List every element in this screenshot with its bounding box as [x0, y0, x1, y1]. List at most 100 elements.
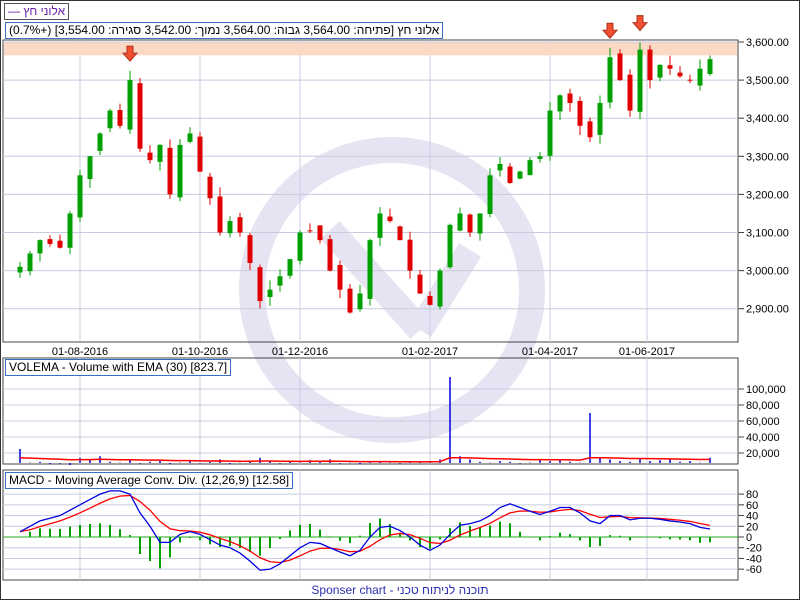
candle-body — [457, 213, 463, 231]
candle-body — [197, 136, 203, 172]
y-tick-label-macd: 40 — [746, 511, 758, 523]
candle-body — [467, 214, 473, 233]
candle-body — [517, 171, 523, 179]
candle-body — [237, 217, 243, 233]
candle-body — [587, 121, 593, 138]
y-tick-label-macd: -40 — [746, 553, 762, 565]
candle — [197, 132, 203, 173]
candle — [37, 239, 43, 262]
candle — [47, 235, 53, 247]
candle — [607, 47, 613, 109]
candle-body — [347, 288, 353, 313]
candle — [527, 157, 533, 176]
down-arrow-marker — [601, 22, 619, 39]
volume-ema-line — [19, 457, 711, 463]
candle — [477, 213, 483, 241]
candle-body — [267, 289, 273, 297]
x-tick-label: 01-12-2016 — [272, 346, 328, 358]
candle-body — [487, 175, 493, 215]
candle — [697, 59, 703, 91]
candle-body — [547, 110, 553, 156]
candle — [507, 163, 513, 184]
candle-body — [597, 102, 603, 135]
candle — [417, 269, 423, 294]
candle-body — [127, 80, 133, 130]
candle-body — [147, 152, 153, 161]
candle — [337, 260, 343, 298]
y-tick-label-price: 3,300.00 — [746, 151, 789, 163]
y-tick-label-macd: -60 — [746, 564, 762, 576]
candle — [97, 132, 103, 156]
candle-body — [297, 232, 303, 261]
candle — [157, 144, 163, 171]
y-tick-label-volume: 60,000 — [746, 416, 780, 428]
candle — [497, 157, 503, 177]
candle — [187, 127, 193, 144]
candle — [317, 225, 323, 244]
candle-body — [687, 79, 693, 81]
candle — [357, 284, 363, 312]
candle — [467, 213, 473, 238]
candle — [437, 268, 443, 310]
candle-body — [497, 163, 503, 171]
candle-body — [287, 259, 293, 276]
candle-body — [527, 160, 533, 176]
candle — [267, 280, 273, 306]
candle-body — [87, 156, 93, 180]
volume-panel-title: VOLEMA - Volume with EMA (30) [823.7] — [5, 359, 232, 376]
candle-body — [277, 276, 283, 286]
candle-body — [247, 235, 253, 263]
candle-body — [337, 264, 343, 290]
candle-body — [567, 93, 573, 103]
macd-signal-line — [19, 494, 711, 564]
candle — [27, 251, 33, 276]
candle-body — [367, 240, 373, 299]
symbol-legend[interactable]: אלוני חץ — — [4, 3, 70, 20]
candle-body — [27, 253, 33, 272]
x-tick-label: 01-10-2016 — [172, 346, 228, 358]
candle-body — [177, 144, 183, 198]
candle — [227, 216, 233, 238]
candle-body — [387, 216, 393, 222]
y-tick-label-macd: 60 — [746, 500, 758, 512]
candle-body — [607, 57, 613, 103]
resistance-band — [4, 42, 737, 56]
y-tick-label-price: 3,400.00 — [746, 113, 789, 125]
candle — [657, 64, 663, 82]
candle — [367, 238, 373, 306]
candle-body — [77, 175, 83, 218]
candle — [567, 88, 573, 112]
candle-body — [257, 267, 263, 302]
y-tick-label-macd: 0 — [746, 532, 752, 544]
candle — [307, 223, 313, 234]
candle-body — [427, 295, 433, 305]
y-tick-label-price: 3,100.00 — [746, 228, 789, 240]
candle — [237, 212, 243, 237]
candle — [547, 101, 553, 161]
y-tick-label-macd: -20 — [746, 543, 762, 555]
candle — [407, 231, 413, 279]
price-info-legend: אלוני חץ [פתיחה: 3,564.00 גבוה: 3,564.00… — [5, 22, 444, 39]
candle — [627, 69, 633, 117]
x-tick-label: 01-04-2017 — [522, 346, 578, 358]
candle-body — [47, 239, 53, 244]
chart-canvas[interactable]: 2,900.00 3,000.00 3,100.00 3,200.00 3,300.00… — [0, 0, 800, 600]
candle — [617, 49, 623, 81]
candle-body — [577, 100, 583, 126]
candle — [377, 207, 383, 247]
candle-body — [317, 225, 323, 241]
y-tick-label-macd: 20 — [746, 521, 758, 533]
candle-body — [677, 72, 683, 77]
candle-body — [157, 144, 163, 162]
candle-body — [697, 68, 703, 86]
candle-body — [437, 270, 443, 307]
candle — [347, 284, 353, 314]
candle-body — [307, 230, 313, 232]
y-tick-label-price: 2,900.00 — [746, 304, 789, 316]
candle-body — [57, 240, 63, 248]
footer-sponsor: Sponser chart - תוכנה לניתוח טכני — [311, 583, 489, 597]
candle-body — [637, 49, 643, 112]
candle — [127, 70, 133, 134]
candle-body — [417, 274, 423, 294]
candle — [277, 269, 283, 292]
